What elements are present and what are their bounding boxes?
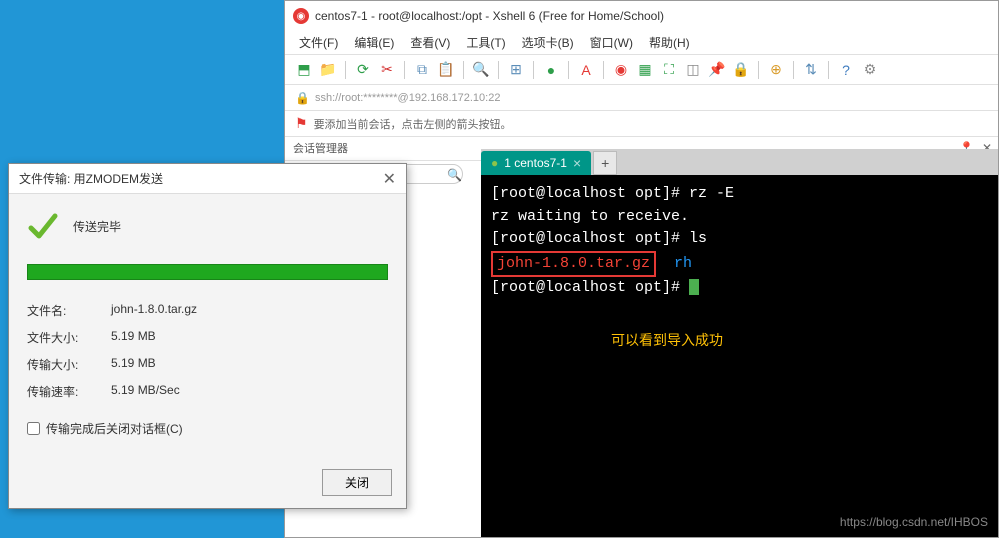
open-icon[interactable]: 📁	[317, 59, 339, 81]
dialog-footer: 关闭	[322, 469, 392, 496]
transparent-icon[interactable]: ◫	[682, 59, 704, 81]
ls-file-highlighted: john-1.8.0.tar.gz	[491, 251, 656, 278]
dialog-titlebar: 文件传输: 用ZMODEM发送 ✕	[9, 164, 406, 194]
check-icon	[27, 210, 59, 242]
titlebar: ◉ centos7-1 - root@localhost:/opt - Xshe…	[285, 1, 998, 31]
connection-string: ssh://root:********@192.168.172.10:22	[315, 92, 500, 104]
menubar: 文件(F) 编辑(E) 查看(V) 工具(T) 选项卡(B) 窗口(W) 帮助(…	[285, 31, 998, 55]
status-text: 传送完毕	[73, 218, 121, 235]
checkbox-label: 传输完成后关闭对话框(C)	[46, 420, 183, 437]
reconnect-icon[interactable]: ⟳	[352, 59, 374, 81]
close-on-complete-checkbox[interactable]: 传输完成后关闭对话框(C)	[27, 420, 388, 437]
info-grid: 文件名: john-1.8.0.tar.gz 文件大小: 5.19 MB 传输大…	[27, 302, 388, 400]
terminal-tabs: ● 1 centos7-1 × +	[481, 149, 998, 175]
menu-tabs[interactable]: 选项卡(B)	[516, 32, 580, 53]
color-icon[interactable]: ◉	[610, 59, 632, 81]
toolbar: ⬒ 📁 ⟳ ✂ ⧉ 📋 🔍 ⊞ ● A ◉ ▦ ⛶ ◫ 📌 🔒 ⊕ ⇅ ? ⚙	[285, 55, 998, 85]
app-icon: ◉	[293, 8, 309, 24]
prompt: [root@localhost opt]#	[491, 185, 689, 202]
status-row: 传送完毕	[27, 210, 388, 242]
menu-help[interactable]: 帮助(H)	[643, 32, 696, 53]
terminal-tab-active[interactable]: ● 1 centos7-1 ×	[481, 151, 591, 175]
cmd: rz -E	[689, 185, 734, 202]
hint-text: 要添加当前会话，点击左侧的箭头按钮。	[314, 116, 512, 132]
dialog-close-icon[interactable]: ✕	[383, 169, 396, 189]
watermark: https://blog.csdn.net/IHBOS	[840, 513, 988, 531]
font-icon[interactable]: A	[575, 59, 597, 81]
transfersize-label: 传输大小:	[27, 356, 111, 373]
prompt: [root@localhost opt]#	[491, 230, 689, 247]
flag-icon: ⚑	[295, 115, 308, 132]
menu-edit[interactable]: 编辑(E)	[348, 32, 400, 53]
progress-bar	[27, 264, 388, 280]
terminal-container: ● 1 centos7-1 × + [root@localhost opt]# …	[481, 149, 998, 537]
ontop-icon[interactable]: 📌	[706, 59, 728, 81]
filesize-value: 5.19 MB	[111, 329, 388, 346]
host-icon[interactable]: ●	[540, 59, 562, 81]
ls-dir: rh	[674, 255, 692, 272]
dot-icon: ●	[491, 156, 498, 170]
output-line: rz waiting to receive.	[491, 206, 988, 229]
file-transfer-dialog: 文件传输: 用ZMODEM发送 ✕ 传送完毕 文件名: john-1.8.0.t…	[8, 163, 407, 509]
dialog-body: 传送完毕 文件名: john-1.8.0.tar.gz 文件大小: 5.19 M…	[9, 194, 406, 453]
menu-window[interactable]: 窗口(W)	[584, 32, 639, 53]
tab-add-button[interactable]: +	[593, 151, 617, 175]
hint-bar: ⚑ 要添加当前会话，点击左侧的箭头按钮。	[285, 111, 998, 137]
disconnect-icon[interactable]: ✂	[376, 59, 398, 81]
settings-icon[interactable]: ⚙	[859, 59, 881, 81]
window-title: centos7-1 - root@localhost:/opt - Xshell…	[315, 9, 664, 23]
filesize-label: 文件大小:	[27, 329, 111, 346]
paste-icon[interactable]: 📋	[435, 59, 457, 81]
help-icon[interactable]: ?	[835, 59, 857, 81]
search-icon[interactable]: 🔍	[470, 59, 492, 81]
checkbox-input[interactable]	[27, 422, 40, 435]
cursor	[689, 279, 699, 295]
session-panel-label: 会话管理器	[293, 140, 348, 156]
copy-icon[interactable]: ⧉	[411, 59, 433, 81]
fullscreen-icon[interactable]: ⛶	[658, 59, 680, 81]
menu-view[interactable]: 查看(V)	[404, 32, 456, 53]
dialog-title: 文件传输: 用ZMODEM发送	[19, 170, 163, 187]
prompt: [root@localhost opt]#	[491, 279, 689, 296]
transfersize-value: 5.19 MB	[111, 356, 388, 373]
tab-label: 1 centos7-1	[504, 156, 567, 170]
connection-bar: 🔒 ssh://root:********@192.168.172.10:22	[285, 85, 998, 111]
tab-close-icon[interactable]: ×	[573, 155, 581, 171]
palette-icon[interactable]: ▦	[634, 59, 656, 81]
transfer-icon[interactable]: ⇅	[800, 59, 822, 81]
new-session-icon[interactable]: ⬒	[293, 59, 315, 81]
close-button[interactable]: 关闭	[322, 469, 392, 496]
lock-icon[interactable]: 🔒	[730, 59, 752, 81]
annotation-text: 可以看到导入成功	[611, 330, 723, 351]
filename-value: john-1.8.0.tar.gz	[111, 302, 388, 319]
sessions-icon[interactable]: ⊞	[505, 59, 527, 81]
search-magnifier-icon[interactable]: 🔍	[447, 168, 462, 182]
script-icon[interactable]: ⊕	[765, 59, 787, 81]
filename-label: 文件名:	[27, 302, 111, 319]
menu-file[interactable]: 文件(F)	[293, 32, 344, 53]
speed-label: 传输速率:	[27, 383, 111, 400]
speed-value: 5.19 MB/Sec	[111, 383, 388, 400]
lock-icon: 🔒	[295, 91, 309, 105]
menu-tools[interactable]: 工具(T)	[460, 32, 511, 53]
cmd: ls	[689, 230, 707, 247]
terminal[interactable]: [root@localhost opt]# rz -E rz waiting t…	[481, 175, 998, 537]
